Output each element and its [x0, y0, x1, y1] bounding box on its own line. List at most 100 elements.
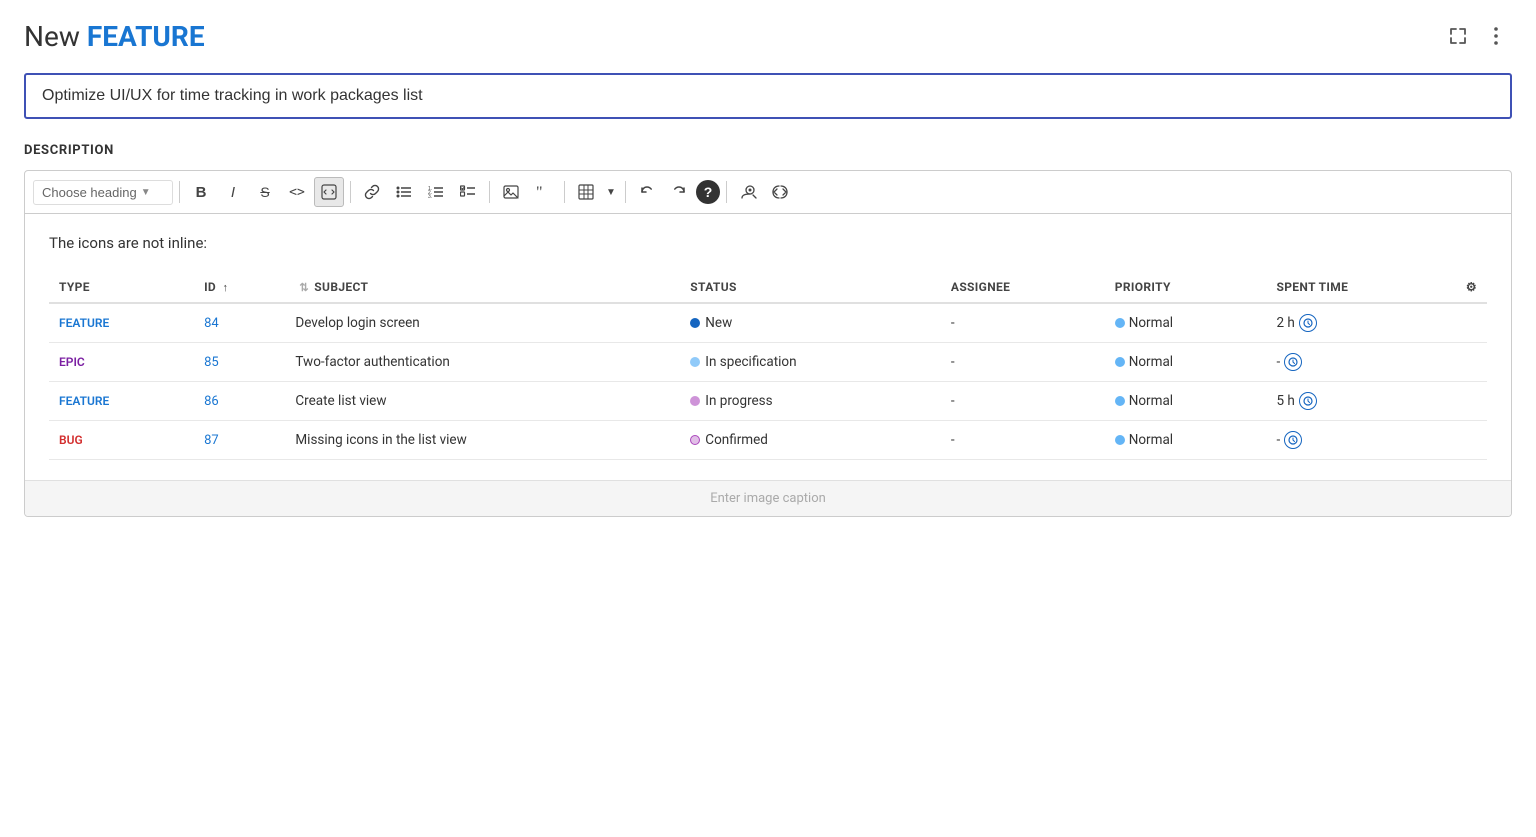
cell-type[interactable]: BUG [49, 421, 194, 460]
cell-assignee: - [941, 382, 1105, 421]
spent-time-value: 2 h [1276, 315, 1294, 331]
divider-3 [489, 181, 490, 203]
code-button[interactable]: <> [282, 177, 312, 207]
undo-button[interactable] [632, 177, 662, 207]
editor-container: Choose heading ▼ B I S <> [24, 170, 1512, 517]
title-new: New [24, 20, 80, 53]
title-feature: FEATURE [87, 20, 205, 53]
col-type: TYPE [49, 272, 194, 303]
cell-type[interactable]: FEATURE [49, 382, 194, 421]
work-packages-table: TYPE ID ↑ ⇅ SUBJECT STATUS ASSIGNEE PRIO… [49, 272, 1487, 460]
table-row: EPIC85Two-factor authentication In specif… [49, 343, 1487, 382]
status-text: New [705, 315, 732, 331]
spent-time-value: - [1276, 432, 1280, 448]
status-dot-icon [690, 396, 700, 406]
table-dropdown-button[interactable]: ▼ [603, 177, 619, 207]
cell-spent-time: - [1266, 343, 1455, 382]
cell-status: In progress [680, 382, 941, 421]
quote-button[interactable]: " [528, 177, 558, 207]
divider-6 [726, 181, 727, 203]
divider-4 [564, 181, 565, 203]
preview-button[interactable] [733, 177, 763, 207]
cell-status: In specification [680, 343, 941, 382]
status-dot-icon [690, 357, 700, 367]
cell-priority: Normal [1105, 421, 1267, 460]
inline-code-button[interactable] [314, 177, 344, 207]
cell-settings [1456, 421, 1487, 460]
image-button[interactable] [496, 177, 526, 207]
header-actions [1442, 20, 1512, 52]
source-button[interactable] [765, 177, 795, 207]
cell-subject: Two-factor authentication [285, 343, 680, 382]
priority-text: Normal [1129, 315, 1173, 331]
editor-content[interactable]: The icons are not inline: TYPE ID ↑ ⇅ SU… [25, 214, 1511, 480]
link-button[interactable] [357, 177, 387, 207]
svg-text:3.: 3. [428, 194, 432, 199]
editor-toolbar: Choose heading ▼ B I S <> [25, 171, 1511, 214]
strikethrough-button[interactable]: S [250, 177, 280, 207]
col-settings[interactable]: ⚙ [1456, 272, 1487, 303]
image-caption[interactable]: Enter image caption [25, 480, 1511, 516]
cell-id[interactable]: 84 [194, 303, 285, 343]
col-subject[interactable]: ⇅ SUBJECT [285, 272, 680, 303]
priority-dot-icon [1115, 357, 1125, 367]
image-caption-placeholder: Enter image caption [710, 491, 826, 506]
col-spent-time: SPENT TIME [1266, 272, 1455, 303]
spent-time-value: - [1276, 354, 1280, 370]
cell-type[interactable]: FEATURE [49, 303, 194, 343]
table-row: BUG87Missing icons in the list viewConfi… [49, 421, 1487, 460]
heading-select-label: Choose heading [42, 185, 137, 200]
clock-icon[interactable] [1284, 353, 1302, 371]
table-header: TYPE ID ↑ ⇅ SUBJECT STATUS ASSIGNEE PRIO… [49, 272, 1487, 303]
col-id[interactable]: ID ↑ [194, 272, 285, 303]
priority-dot-icon [1115, 435, 1125, 445]
clock-icon[interactable] [1299, 314, 1317, 332]
cell-type[interactable]: EPIC [49, 343, 194, 382]
status-text: In specification [705, 354, 796, 370]
cell-status: Confirmed [680, 421, 941, 460]
chevron-down-icon: ▼ [141, 187, 151, 198]
ordered-list-button[interactable]: 1. 2. 3. [421, 177, 451, 207]
page-header: New FEATURE [24, 20, 1512, 53]
subject-input[interactable] [24, 73, 1512, 119]
table-body: FEATURE84Develop login screenNew-Normal2… [49, 303, 1487, 460]
cell-id[interactable]: 86 [194, 382, 285, 421]
heading-select[interactable]: Choose heading ▼ [33, 180, 173, 205]
priority-text: Normal [1129, 393, 1173, 409]
clock-icon[interactable] [1284, 431, 1302, 449]
task-list-button[interactable] [453, 177, 483, 207]
cell-status: New [680, 303, 941, 343]
divider-2 [350, 181, 351, 203]
italic-button[interactable]: I [218, 177, 248, 207]
cell-priority: Normal [1105, 382, 1267, 421]
cell-spent-time: 2 h [1266, 303, 1455, 343]
divider-1 [179, 181, 180, 203]
cell-id[interactable]: 85 [194, 343, 285, 382]
bullet-list-button[interactable] [389, 177, 419, 207]
redo-button[interactable] [664, 177, 694, 207]
sort-icon-id: ↑ [222, 281, 228, 294]
help-button[interactable]: ? [696, 180, 720, 204]
cell-spent-time: - [1266, 421, 1455, 460]
cell-subject: Develop login screen [285, 303, 680, 343]
cell-priority: Normal [1105, 303, 1267, 343]
cell-id[interactable]: 87 [194, 421, 285, 460]
cell-subject: Create list view [285, 382, 680, 421]
col-status: STATUS [680, 272, 941, 303]
expand-button[interactable] [1442, 20, 1474, 52]
svg-text:": " [536, 184, 543, 200]
description-label: DESCRIPTION [24, 143, 1512, 158]
status-text: Confirmed [705, 432, 768, 448]
bold-button[interactable]: B [186, 177, 216, 207]
cell-spent-time: 5 h [1266, 382, 1455, 421]
status-dot-icon [690, 435, 700, 445]
cell-assignee: - [941, 303, 1105, 343]
table-button[interactable] [571, 177, 601, 207]
page-title: New FEATURE [24, 20, 205, 53]
more-options-button[interactable] [1480, 20, 1512, 52]
priority-dot-icon [1115, 318, 1125, 328]
spent-time-value: 5 h [1276, 393, 1294, 409]
clock-icon[interactable] [1299, 392, 1317, 410]
priority-dot-icon [1115, 396, 1125, 406]
col-assignee: ASSIGNEE [941, 272, 1105, 303]
